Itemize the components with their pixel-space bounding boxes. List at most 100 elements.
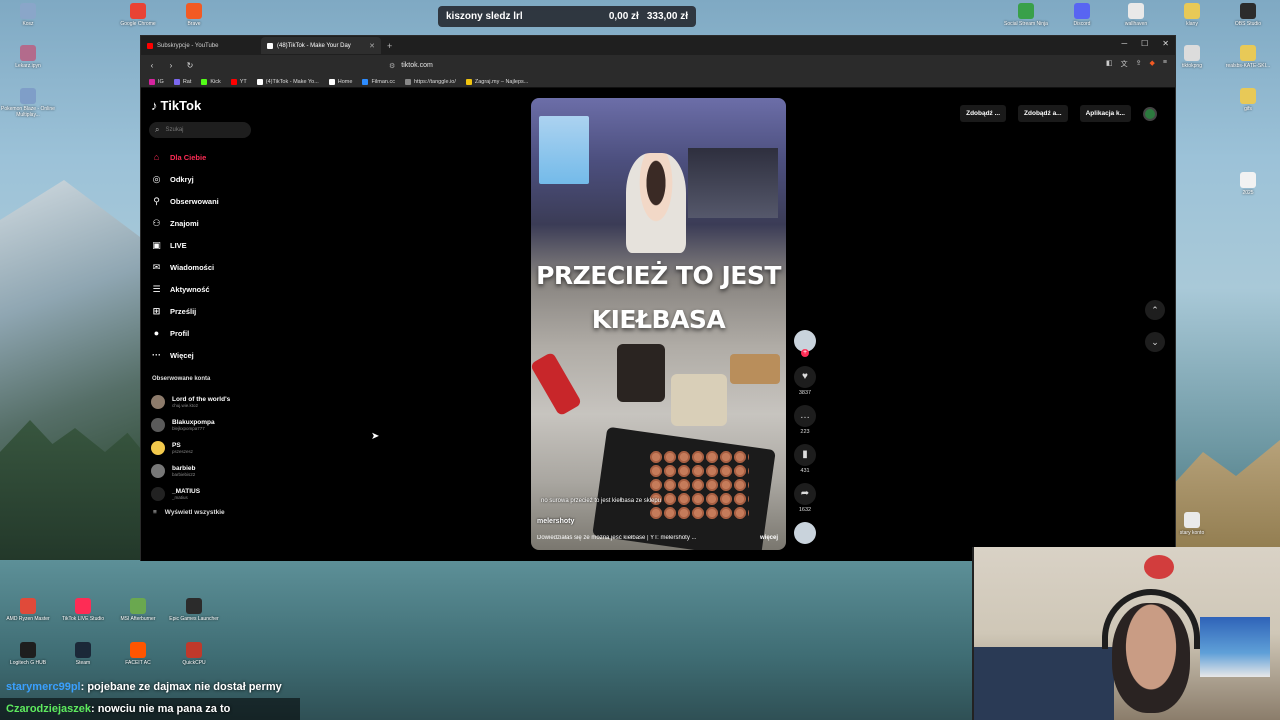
- bookmark-icon[interactable]: ▮: [794, 444, 816, 466]
- followed-account[interactable]: Lord of the world's chuj.wie.kto2: [151, 390, 271, 413]
- sidebar-item-2[interactable]: ◎ Odkryj: [151, 168, 271, 190]
- sidebar-item-3[interactable]: ⚲ Obserwowani: [151, 190, 271, 212]
- brave-shield-icon[interactable]: ◆: [1150, 59, 1155, 69]
- desktop-icon[interactable]: MSI Afterburner: [110, 598, 166, 622]
- account-name: Lord of the world's: [172, 395, 231, 403]
- tab-youtube[interactable]: Subskrypcje - YouTube: [141, 37, 261, 54]
- app-icon: [1184, 45, 1200, 61]
- bookmark-item[interactable]: Home: [328, 78, 352, 85]
- desktop-icon[interactable]: Google Chrome: [110, 3, 166, 27]
- desktop-icon[interactable]: Discord: [1054, 3, 1110, 27]
- desktop-icon[interactable]: Logitech G HUB: [0, 642, 56, 666]
- followed-account[interactable]: PS pszeszesz: [151, 436, 271, 459]
- app-icon: [1184, 512, 1200, 528]
- desktop-icon[interactable]: realsbs-KATE-SKI...: [1220, 45, 1276, 69]
- sidebar-item-9[interactable]: ● Profil: [151, 322, 271, 344]
- desktop-icon[interactable]: AMD Ryzen Master: [0, 598, 56, 622]
- follow-plus-icon[interactable]: +: [801, 349, 809, 357]
- bookmark-item[interactable]: https://tanggle.io/: [404, 78, 456, 85]
- app-icon: [186, 3, 202, 19]
- desktop-icon[interactable]: Epic Games Launcher: [166, 598, 222, 622]
- get-coins-button[interactable]: Zdobądź ...: [960, 105, 1007, 122]
- desktop-icon-label: Google Chrome: [120, 21, 156, 27]
- desktop-icon[interactable]: Social Stream Ninja: [998, 3, 1054, 27]
- sidebar-item-10[interactable]: ··· Więcej: [151, 344, 271, 366]
- desktop-app-button[interactable]: Aplikacja k...: [1079, 105, 1131, 122]
- tab-tiktok[interactable]: (48)TikTok - Make Your Day ✕: [261, 37, 381, 54]
- desktop-icon[interactable]: gifs: [1220, 88, 1276, 112]
- sidebar-item-6[interactable]: ✉ Wiadomości: [151, 256, 271, 278]
- new-tab-button[interactable]: +: [381, 41, 398, 51]
- sidebar-item-label: Obserwowani: [170, 196, 219, 206]
- bookmark-item[interactable]: IG: [149, 78, 164, 85]
- comment-icon[interactable]: …: [794, 405, 816, 427]
- maximize-icon[interactable]: ☐: [1141, 39, 1148, 48]
- bookmark-item[interactable]: Kick: [201, 78, 221, 85]
- desktop-icon[interactable]: OBS Studio: [1220, 3, 1276, 27]
- desktop-icon[interactable]: Lekarz.ipyn: [0, 45, 56, 69]
- app-icon: [1240, 88, 1256, 104]
- sidebar-item-5[interactable]: ▣ LIVE: [151, 234, 271, 256]
- sidebar-item-4[interactable]: ⚇ Znajomi: [151, 212, 271, 234]
- sidebar-item-7[interactable]: ☰ Aktywność: [151, 278, 271, 300]
- account-handle: barbiebis22: [172, 471, 196, 477]
- desktop-icon[interactable]: FACEIT AC: [110, 642, 166, 666]
- share-count: 1632: [798, 507, 812, 513]
- like-icon[interactable]: ♥: [794, 366, 816, 388]
- desktop-icon[interactable]: Brave: [166, 3, 222, 27]
- more-button[interactable]: więcej: [760, 535, 778, 541]
- video-scene-bed: [688, 148, 778, 218]
- minimize-icon[interactable]: ─: [1121, 39, 1127, 48]
- tiktok-logo[interactable]: ♪ TikTok: [151, 98, 201, 113]
- bookmark-item[interactable]: (4)TikTok - Make Yo...: [256, 78, 319, 85]
- desktop-icon[interactable]: Pokemon Blaze - Online Multiplay...: [0, 88, 56, 118]
- app-icon: [20, 45, 36, 61]
- sound-avatar[interactable]: [794, 522, 816, 544]
- desktop-icon[interactable]: wallhaven: [1108, 3, 1164, 27]
- menu-icon[interactable]: ≡: [1163, 59, 1167, 69]
- reload-icon[interactable]: ↻: [185, 61, 195, 70]
- bookmark-item[interactable]: YT: [230, 78, 247, 85]
- forward-icon[interactable]: ›: [166, 61, 176, 70]
- desktop-icon[interactable]: QuickCPU: [166, 642, 222, 666]
- share-icon[interactable]: ➦: [794, 483, 816, 505]
- user-avatar[interactable]: [1143, 106, 1157, 121]
- get-app-button[interactable]: Zdobądź a...: [1018, 105, 1068, 122]
- video-player[interactable]: PRZECIEŻ TO JEST KIEŁBASA no surowa prze…: [531, 98, 786, 550]
- desktop-icon[interactable]: Kosz: [0, 3, 56, 27]
- show-all-button[interactable]: ≡ Wyświetl wszystkie: [153, 509, 225, 516]
- avatar: [151, 417, 165, 432]
- desktop-icon[interactable]: 2025: [1220, 172, 1276, 196]
- close-window-icon[interactable]: ✕: [1162, 39, 1169, 48]
- share-icon[interactable]: ⇪: [1136, 59, 1142, 69]
- address-bar[interactable]: ⚙ tiktok.com: [389, 59, 929, 72]
- desktop-icon[interactable]: klany: [1164, 3, 1220, 27]
- next-video-icon[interactable]: ⌄: [1145, 332, 1165, 352]
- creator-avatar[interactable]: +: [794, 330, 816, 357]
- search-input[interactable]: ⌕ Szukaj: [149, 122, 251, 138]
- extension-icon[interactable]: ◧: [1106, 59, 1113, 69]
- following-icon: ⚲: [153, 195, 160, 206]
- bookmark-icon: [173, 78, 180, 85]
- translate-icon[interactable]: 文: [1121, 59, 1128, 69]
- desktop-icon[interactable]: TikTok LIVE Studio: [55, 598, 111, 622]
- site-info-icon[interactable]: ⚙: [389, 62, 395, 70]
- sidebar-item-1[interactable]: ⌂ Dla Ciebie: [151, 146, 271, 168]
- back-icon[interactable]: ‹: [147, 61, 157, 70]
- app-icon: [1240, 3, 1256, 19]
- previous-video-icon[interactable]: ⌃: [1145, 300, 1165, 320]
- desktop-icon[interactable]: Steam: [55, 642, 111, 666]
- video-author[interactable]: melershoty: [537, 518, 574, 525]
- account-handle: _matius: [172, 494, 188, 500]
- followed-account[interactable]: barbieb barbiebis22: [151, 459, 271, 482]
- sidebar-item-8[interactable]: ⊞ Prześlij: [151, 300, 271, 322]
- bookmark-icon: [328, 78, 335, 85]
- sidebar-item-label: Prześlij: [170, 306, 197, 316]
- bookmark-item[interactable]: Zagraj.my – Najleps...: [465, 78, 528, 85]
- bookmark-item[interactable]: Filman.cc: [362, 78, 395, 85]
- save-count: 431: [800, 468, 810, 474]
- followed-account[interactable]: _MATIUS _matius: [151, 482, 271, 505]
- close-tab-icon[interactable]: ✕: [369, 42, 375, 50]
- followed-account[interactable]: Blakuxpompa blejkxpompa777: [151, 413, 271, 436]
- bookmark-item[interactable]: Rat: [173, 78, 191, 85]
